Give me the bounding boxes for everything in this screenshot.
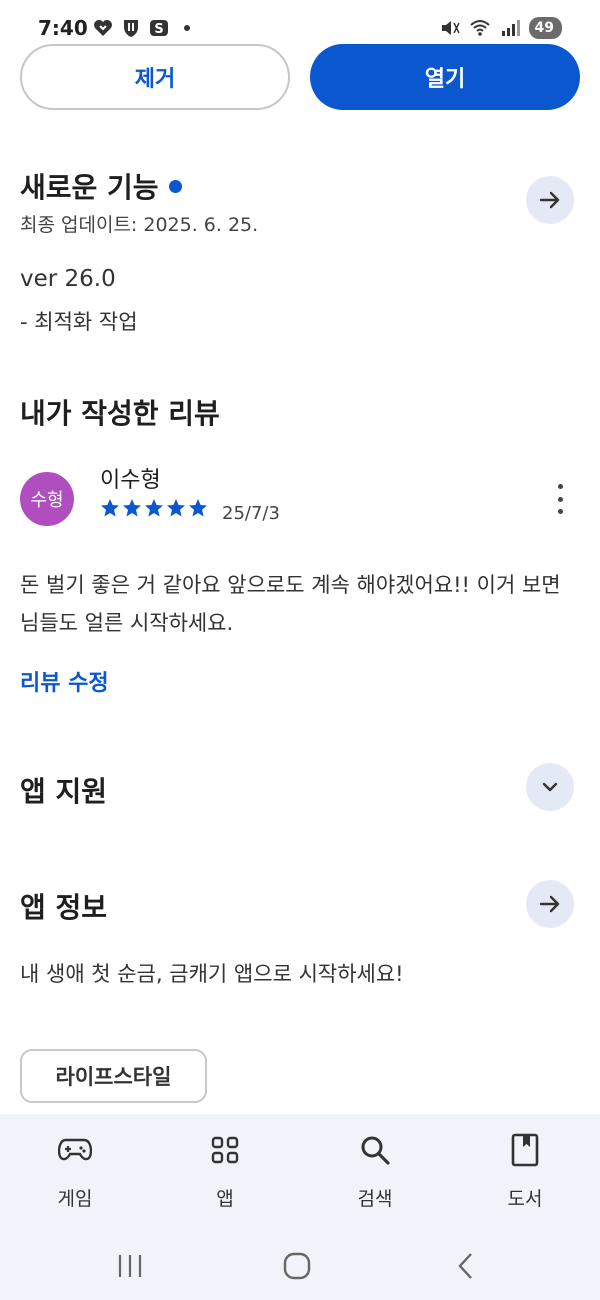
battery-indicator: 49 (528, 17, 562, 39)
star-rating (100, 498, 208, 518)
review-date: 25/7/3 (222, 503, 280, 524)
nav-label-search: 검색 (357, 1188, 393, 1210)
new-indicator-dot (168, 179, 182, 193)
status-time: 7:40 (38, 16, 88, 40)
heart-app-icon (94, 20, 112, 36)
back-chevron-icon (458, 1253, 472, 1279)
more-dot (557, 496, 563, 502)
status-system-icons: 49 (439, 17, 562, 39)
nav-label-books: 도서 (507, 1188, 543, 1210)
signal-icon (501, 20, 520, 36)
app-support-expand-button[interactable] (526, 763, 574, 811)
reviewer-name: 이수형 (100, 468, 161, 493)
home-icon (283, 1252, 311, 1280)
whats-new-header[interactable]: 새로운 기능 (20, 166, 182, 206)
gamepad-icon (57, 1132, 93, 1168)
back-button[interactable] (446, 1246, 486, 1286)
arrow-right-icon (539, 191, 560, 209)
status-bar: 7:40 S 49 (0, 0, 600, 44)
arrow-right-icon (539, 895, 560, 913)
home-button[interactable] (277, 1246, 317, 1286)
s-app-icon: S (150, 20, 168, 37)
mute-icon (441, 21, 460, 35)
remove-button[interactable]: 제거 (20, 44, 290, 110)
dot-icon (184, 25, 190, 31)
more-options-button[interactable] (548, 484, 572, 514)
open-button[interactable]: 열기 (310, 44, 580, 110)
search-icon (357, 1132, 393, 1168)
bottom-navigation: 게임 앱 검색 도서 (0, 1114, 600, 1232)
whats-new-title: 새로운 기능 (20, 171, 159, 204)
book-icon (507, 1132, 543, 1168)
star-icon (123, 499, 141, 517)
apps-grid-icon (207, 1132, 243, 1168)
update-note: - 최적화 작업 (20, 310, 138, 334)
nav-label-games: 게임 (57, 1188, 93, 1210)
svg-text:S: S (154, 22, 163, 37)
star-icon (101, 499, 119, 517)
more-dot (557, 484, 563, 489)
my-review-title: 내가 작성한 리뷰 (20, 397, 220, 430)
more-dot (557, 509, 563, 514)
review-text: 돈 벌기 좋은 거 같아요 앞으로도 계속 해야겠어요!! 이거 보면 님들도 … (20, 573, 561, 635)
app-support-title[interactable]: 앱 지원 (20, 770, 107, 810)
app-description: 내 생애 첫 순금, 금캐기 앱으로 시작하세요! (20, 962, 404, 986)
nav-item-apps[interactable]: 앱 (150, 1114, 300, 1232)
system-navigation-bar (0, 1232, 600, 1300)
nav-label-apps: 앱 (216, 1188, 234, 1210)
version-text: ver 26.0 (20, 266, 116, 292)
whats-new-arrow-button[interactable] (526, 176, 574, 224)
recent-apps-icon (118, 1255, 142, 1277)
star-icon (189, 499, 207, 517)
category-chip[interactable]: 라이프스타일 (20, 1049, 207, 1103)
avatar: 수형 (20, 472, 74, 526)
star-icon (145, 499, 163, 517)
wifi-icon (469, 20, 490, 36)
app-info-arrow-button[interactable] (526, 880, 574, 928)
shield-app-icon (124, 20, 138, 37)
last-updated: 최종 업데이트: 2025. 6. 25. (20, 214, 259, 236)
chevron-down-icon (542, 782, 558, 792)
recent-apps-button[interactable] (110, 1246, 150, 1286)
status-notification-icons: S (92, 17, 198, 39)
edit-review-link[interactable]: 리뷰 수정 (20, 665, 109, 697)
app-info-title[interactable]: 앱 정보 (20, 886, 107, 926)
star-icon (167, 499, 185, 517)
nav-item-games[interactable]: 게임 (0, 1114, 150, 1232)
nav-item-books[interactable]: 도서 (450, 1114, 600, 1232)
nav-item-search[interactable]: 검색 (300, 1114, 450, 1232)
